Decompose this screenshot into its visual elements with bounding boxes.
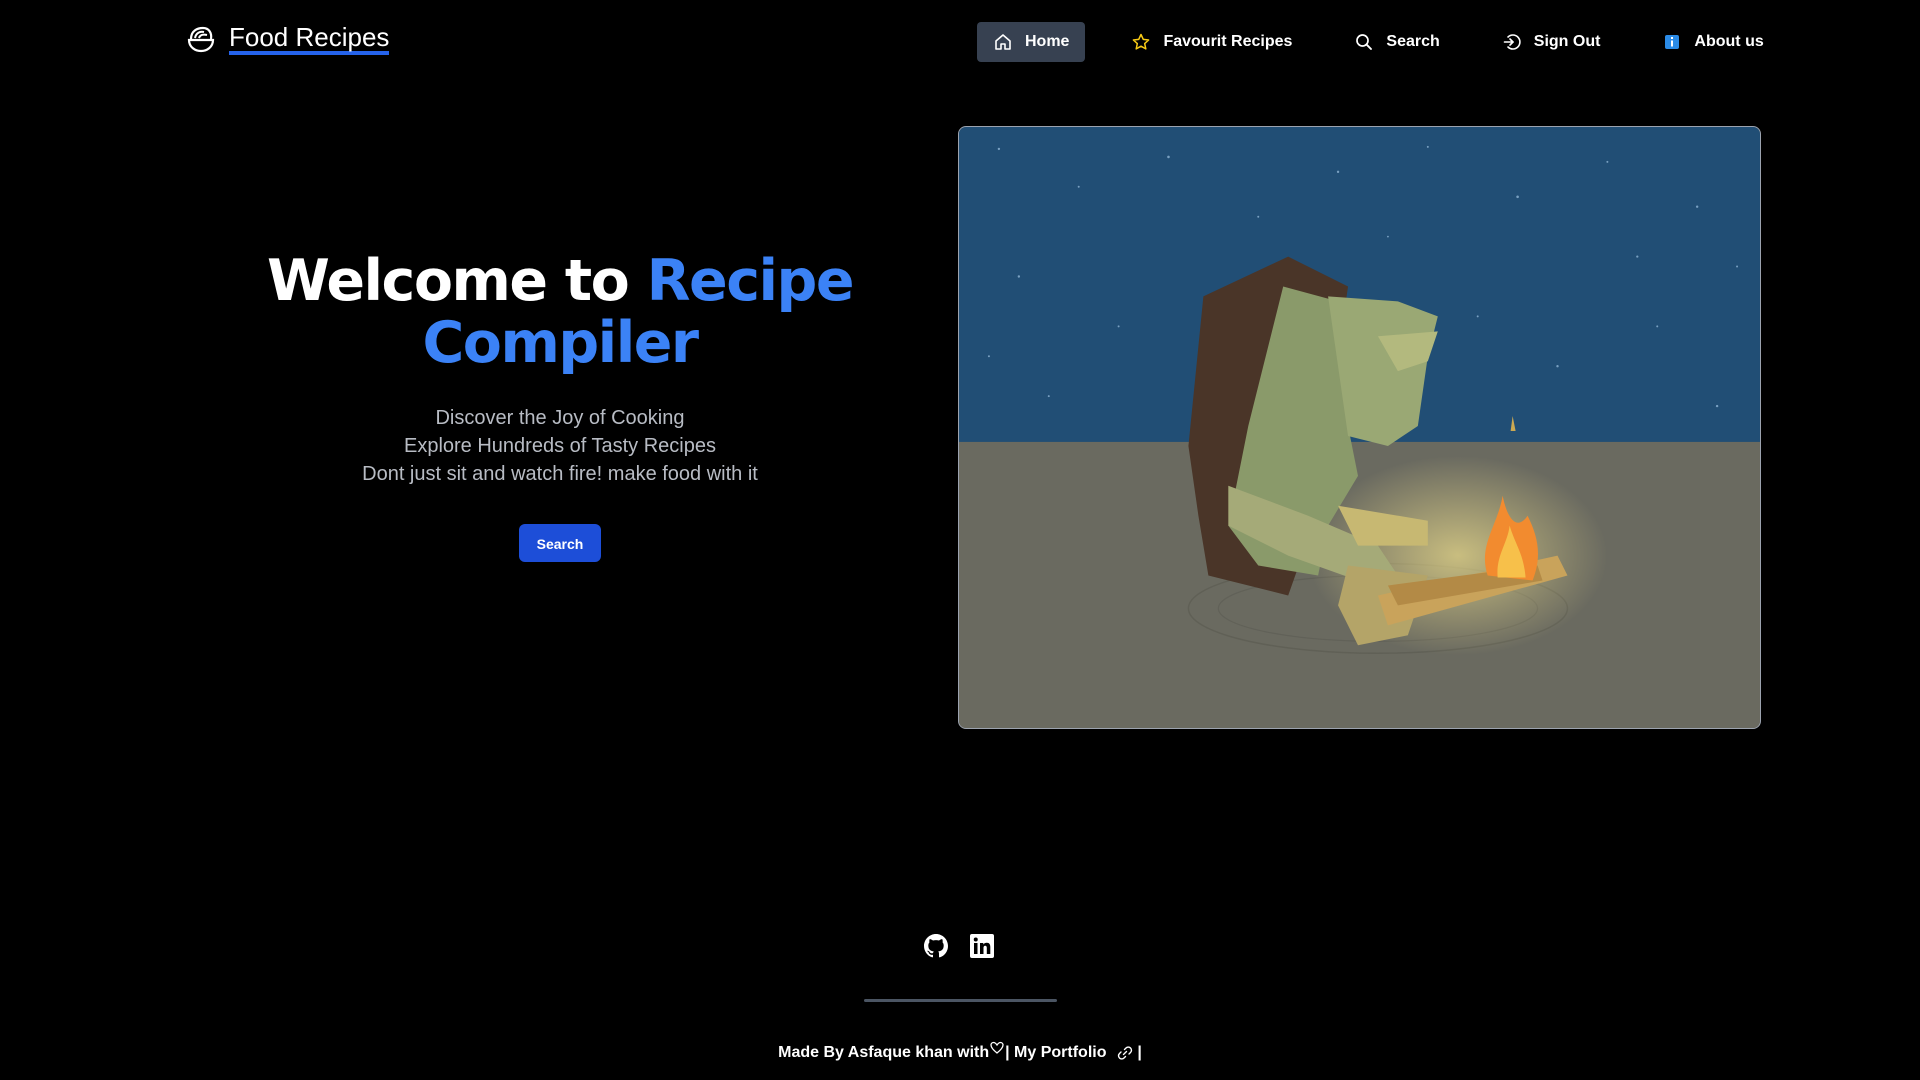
- info-icon: [1665, 35, 1680, 49]
- brand-link[interactable]: Food Recipes: [185, 22, 390, 55]
- hero-line: Explore Hundreds of Tasty Recipes: [403, 435, 716, 457]
- hero-illustration: [958, 126, 1761, 729]
- footer-divider: [864, 999, 1057, 1002]
- hero-text: Welcome to Recipe Compiler Discover the …: [150, 250, 970, 562]
- hero-search-button[interactable]: Search: [519, 524, 601, 562]
- hero-title-prefix: Welcome to: [267, 248, 647, 314]
- sign-out-icon: [1503, 34, 1521, 50]
- caveman-campfire-illustration: [959, 127, 1760, 728]
- search-icon: [1356, 34, 1373, 50]
- nav-sign-out-label: Sign Out: [1533, 33, 1601, 50]
- hero-title-accent-2: Compiler: [422, 310, 699, 376]
- nav-links: Home Favourit Recipes Search Sign Out Ab…: [977, 22, 1780, 62]
- nav-favourit-recipes-label: Favourit Recipes: [1163, 33, 1293, 50]
- github-icon[interactable]: [922, 932, 950, 960]
- brand-name: Food Recipes: [229, 22, 390, 55]
- nav-sign-out[interactable]: Sign Out: [1486, 22, 1617, 62]
- bowl-icon: [187, 26, 215, 52]
- nav-search-label: Search: [1386, 33, 1440, 50]
- nav-favourit-recipes[interactable]: Favourit Recipes: [1115, 22, 1308, 62]
- home-icon: [995, 34, 1011, 50]
- navbar: Food Recipes Home Favourit Recipes Searc…: [0, 0, 1920, 86]
- portfolio-label: My Portfolio: [1014, 1044, 1107, 1061]
- nav-about-us[interactable]: About us: [1646, 22, 1779, 62]
- hero-title-accent-1: Recipe: [646, 248, 855, 314]
- nav-about-us-label: About us: [1694, 33, 1764, 50]
- heart-icon: [990, 1041, 1004, 1054]
- hero-line: Dont just sit and watch fire! make food …: [362, 463, 758, 485]
- link-icon: [1117, 1046, 1133, 1060]
- hero-tagline: Discover the Joy of Cooking Explore Hund…: [150, 404, 970, 488]
- star-icon: [1133, 33, 1150, 50]
- footer-credit: Made By Asfaque khan with | My Portfolio…: [0, 1041, 1920, 1062]
- nav-home-label: Home: [1025, 33, 1070, 50]
- portfolio-link[interactable]: My Portfolio: [1014, 1044, 1137, 1061]
- credit-text: Made By Asfaque khan with: [778, 1044, 990, 1061]
- credit-separator: |: [1137, 1044, 1142, 1061]
- social-links: [922, 932, 996, 960]
- hero-line: Discover the Joy of Cooking: [435, 407, 685, 429]
- nav-search[interactable]: Search: [1338, 22, 1455, 62]
- credit-separator: |: [1005, 1044, 1010, 1061]
- nav-home[interactable]: Home: [977, 22, 1086, 62]
- hero-title: Welcome to Recipe Compiler: [150, 250, 970, 374]
- linkedin-icon[interactable]: [968, 932, 996, 960]
